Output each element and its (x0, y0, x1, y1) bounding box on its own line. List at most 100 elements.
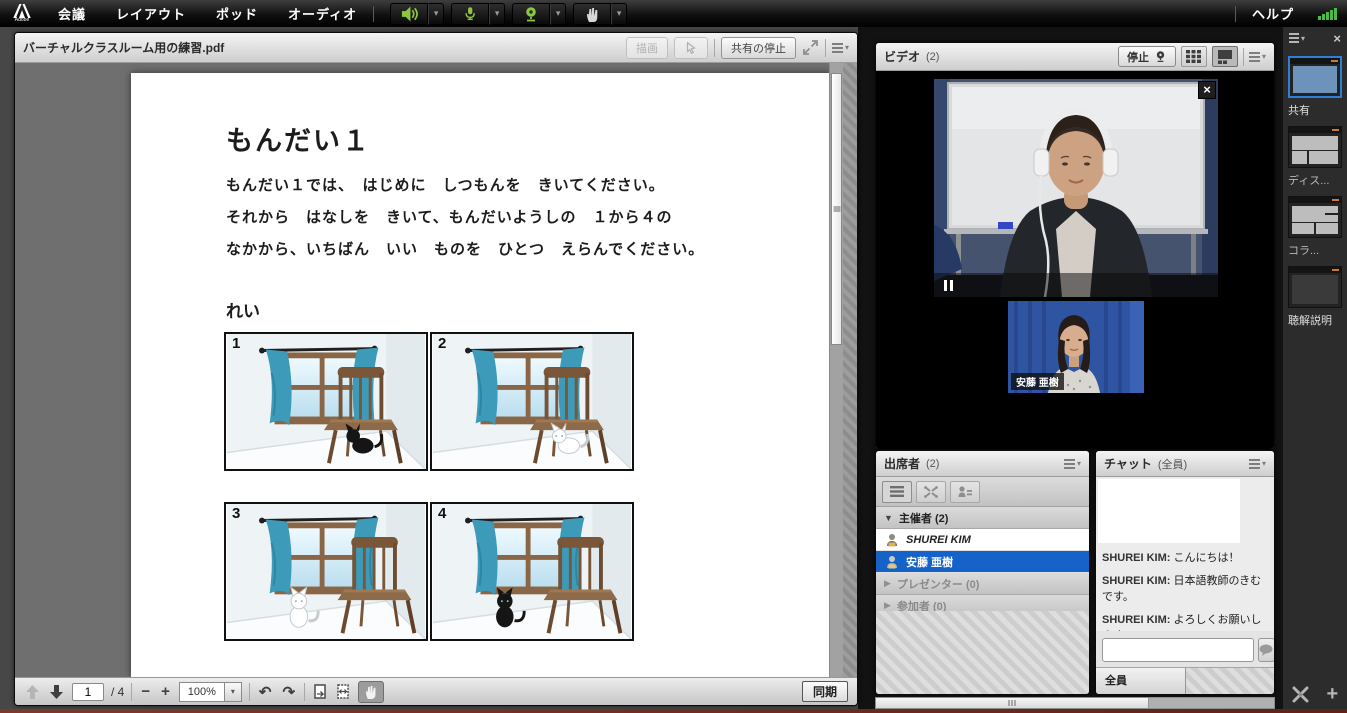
attendees-empty-area (876, 611, 1089, 694)
pause-video-button[interactable] (944, 280, 953, 291)
chat-message-input[interactable] (1102, 638, 1254, 662)
chat-scope: (全員) (1158, 456, 1187, 472)
adobe-logo[interactable]: Adobe (0, 0, 44, 27)
attendee-row-shurei-kim[interactable]: SHUREI KIM (876, 529, 1089, 551)
zoom-out-button[interactable]: − (139, 683, 152, 700)
raise-hand-dropdown[interactable]: ▾ (611, 3, 627, 25)
pointer-tool-button[interactable] (674, 37, 708, 59)
chevron-down-icon: ▾ (1077, 459, 1081, 468)
webcam-dropdown[interactable]: ▾ (550, 3, 566, 25)
layout-item-discussion[interactable]: ディス... (1283, 126, 1347, 188)
scrollbar-thumb[interactable] (831, 73, 842, 345)
layout-thumbnail-listening[interactable] (1288, 266, 1342, 308)
webcam-icon (523, 6, 539, 22)
panel-number: 1 (232, 335, 240, 352)
presenters-group-header[interactable]: ▶ プレゼンター (0) (876, 573, 1089, 595)
attendees-pod-menu-button[interactable]: ▾ (1064, 459, 1081, 469)
answer-panels-grid: 1 2 3 (224, 332, 634, 641)
panel-number: 4 (438, 505, 446, 522)
topbar-separator-2 (1235, 6, 1236, 22)
zoom-level-select[interactable]: 100% ▾ (179, 682, 242, 702)
speaker-dropdown[interactable]: ▾ (428, 3, 444, 25)
layout-item-listening[interactable]: 聴解説明 (1283, 266, 1347, 328)
rotate-left-button[interactable]: ↶ (257, 683, 274, 701)
layout-thumbnail-share[interactable] (1288, 56, 1342, 98)
stop-webcam-button[interactable]: 停止 (1118, 46, 1176, 67)
pods-horizontal-scrollbar[interactable] (875, 697, 1275, 709)
draw-button[interactable]: 描画 (626, 37, 668, 59)
layouts-menu-button[interactable]: ▾ (1289, 33, 1305, 43)
send-message-button[interactable] (1258, 638, 1275, 662)
close-video-button[interactable]: × (1198, 81, 1216, 99)
video-pod-content: × (876, 71, 1274, 449)
fit-width-button[interactable] (335, 684, 351, 699)
video-pod-title: ビデオ (884, 48, 920, 65)
chat-message: SHUREI KIM: こんにちは！ (1102, 551, 1271, 567)
help-menu[interactable]: ヘルプ (1252, 4, 1294, 23)
document-line: なかから、いちばん いい ものを ひとつ えらんでください。 (226, 238, 704, 259)
attendee-list-view-button[interactable] (882, 481, 912, 503)
attendee-row-ando-aki[interactable]: 安藤 亜樹 (876, 551, 1089, 573)
layout-thumbnail-collaboration[interactable] (1288, 196, 1342, 238)
fit-page-button[interactable] (312, 684, 328, 699)
chat-sender: SHUREI KIM: (1102, 614, 1170, 626)
share-pod-menu-button[interactable]: ▾ (832, 43, 849, 53)
close-sidebar-button[interactable]: × (1333, 31, 1341, 46)
chat-pod-title: チャット (1104, 455, 1152, 472)
layout-options-button[interactable] (1292, 686, 1309, 703)
scrollbar-thumb[interactable] (876, 698, 1149, 708)
menu-audio[interactable]: オーディオ (288, 4, 357, 23)
filmstrip-video-feed[interactable]: 安藤 亜樹 (1008, 301, 1144, 393)
rotate-right-button[interactable]: ↷ (280, 683, 297, 701)
chat-pod-menu-button[interactable]: ▾ (1249, 459, 1266, 469)
pan-tool-button[interactable] (358, 681, 384, 703)
pod-resize-strip[interactable] (843, 63, 857, 677)
raise-hand-button[interactable] (573, 3, 611, 25)
fullscreen-button[interactable] (802, 39, 819, 56)
page-number-input[interactable] (72, 683, 104, 701)
presenters-group-label: プレゼンター (0) (897, 576, 980, 592)
titlebar-separator (714, 39, 715, 57)
host-role-icon (885, 555, 899, 569)
fit-page-icon (314, 684, 326, 699)
previous-page-button[interactable] (24, 685, 41, 699)
microphone-button[interactable] (451, 3, 489, 25)
layout-item-share[interactable]: 共有 (1283, 56, 1347, 118)
stop-sharing-button[interactable]: 共有の停止 (721, 37, 796, 59)
chat-tab-everyone[interactable]: 全員 (1096, 668, 1186, 694)
zoom-in-button[interactable]: + (159, 683, 172, 700)
document-line: それから はなしを きいて、もんだいようしの １から４の (226, 206, 673, 227)
share-pod-content: もんだい１ もんだい１では、 はじめに しつもんを きいてください。 それから … (15, 63, 857, 677)
fullscreen-icon (802, 39, 819, 56)
breakout-view-button[interactable] (916, 481, 946, 503)
attendees-pod: 出席者 (2) ▾ ▼ 主催者 (2 (875, 450, 1090, 695)
webcam-button[interactable] (512, 3, 550, 25)
menu-pods[interactable]: ポッド (216, 4, 258, 23)
grid-view-button[interactable] (1181, 46, 1207, 67)
sync-button[interactable]: 同期 (802, 681, 848, 702)
add-layout-button[interactable]: + (1326, 685, 1338, 703)
layout-item-collaboration[interactable]: コラ... (1283, 196, 1347, 258)
attendees-count: (2) (926, 458, 939, 470)
video-name-tag: 安藤 亜樹 (1011, 373, 1064, 390)
toolbar-separator-2 (249, 683, 250, 701)
zoom-dropdown-arrow[interactable]: ▾ (225, 682, 242, 702)
document-heading: もんだい１ (226, 119, 371, 158)
video-count: (2) (926, 51, 939, 63)
chat-message: SHUREI KIM: よろしくお願いします (1102, 613, 1271, 631)
triangle-down-icon: ▼ (884, 513, 893, 523)
main-video-feed: × (934, 79, 1218, 297)
menu-meeting[interactable]: 会議 (58, 4, 86, 23)
menu-layout[interactable]: レイアウト (116, 4, 186, 23)
chat-messages: SHUREI KIM: こんにちは！ SHUREI KIM: 日本語教師のきむで… (1102, 551, 1271, 631)
microphone-dropdown[interactable]: ▾ (489, 3, 505, 25)
topbar-separator (373, 6, 374, 22)
filmstrip-view-button[interactable] (1212, 46, 1238, 67)
attendee-status-view-button[interactable] (950, 481, 980, 503)
hosts-group-header[interactable]: ▼ 主催者 (2) (876, 507, 1089, 529)
next-page-button[interactable] (48, 685, 65, 699)
speaker-button[interactable] (390, 3, 428, 25)
layout-thumbnail-discussion[interactable] (1288, 126, 1342, 168)
video-pod-menu-button[interactable]: ▾ (1249, 52, 1266, 62)
document-vertical-scrollbar[interactable] (829, 63, 843, 677)
